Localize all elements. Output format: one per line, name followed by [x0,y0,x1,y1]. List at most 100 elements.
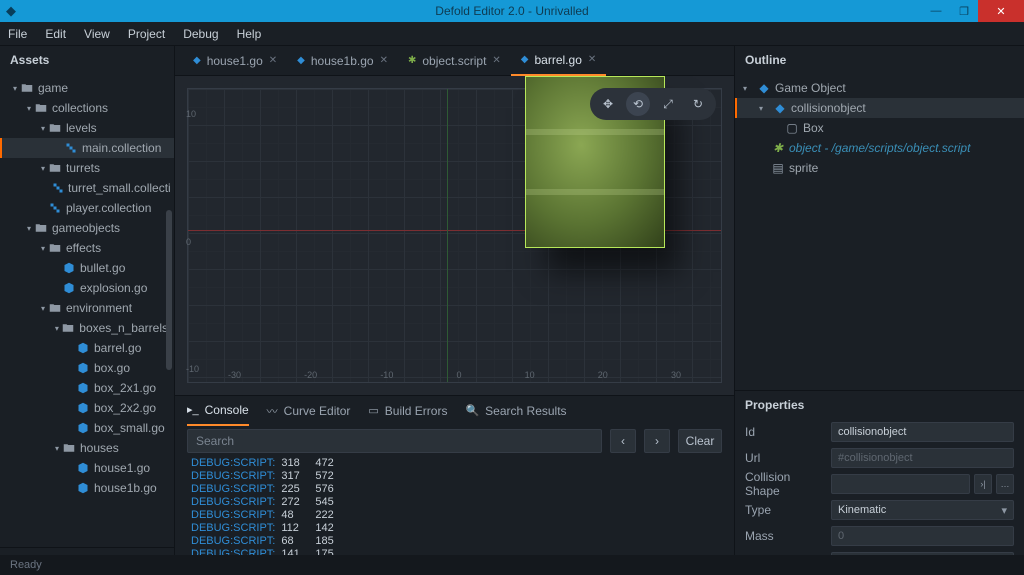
go-icon [62,282,76,294]
console-search-input[interactable]: Search [187,429,602,453]
rotate-tool-icon[interactable]: ⟲ [626,92,650,116]
go-icon [76,422,90,434]
scale-tool-icon[interactable]: ⤢ [656,92,680,116]
maximize-button[interactable]: ❐ [950,0,978,22]
viewport-tools: ✥ ⟲ ⤢ ↻ [590,88,716,120]
tree-item-effects[interactable]: ▾effects [0,238,174,258]
tree-item-levels[interactable]: ▾levels [0,118,174,138]
tree-item-player-collection[interactable]: player.collection [0,198,174,218]
tab-house1-go[interactable]: ◆house1.go✕ [183,46,287,76]
tree-item-box-2x2-go[interactable]: box_2x2.go [0,398,174,418]
outline-item-sprite[interactable]: ▤sprite [735,158,1024,178]
tree-item-gameobjects[interactable]: ▾gameobjects [0,218,174,238]
folder-icon [34,222,48,234]
tree-item-bullet-go[interactable]: bullet.go [0,258,174,278]
prop-mass: Mass 0 [735,523,1024,549]
tab-house1b-go[interactable]: ◆house1b.go✕ [287,46,398,76]
search-next-button[interactable]: › [644,429,670,453]
folder-icon [48,122,62,134]
folder-icon [48,242,62,254]
clear-button[interactable]: Clear [678,429,722,453]
shape-browse-icon[interactable]: … [996,474,1014,494]
status-text: Ready [10,559,42,571]
outline-header: Outline [735,46,1024,74]
refresh-tool-icon[interactable]: ↻ [686,92,710,116]
folder-icon [48,162,62,174]
mass-field[interactable]: 0 [831,526,1014,546]
console-toolbar: Search ‹ › Clear [175,425,734,457]
tree-item-boxes-n-barrels[interactable]: ▾boxes_n_barrels [0,318,174,338]
outline-item-Game[interactable]: ▾◆Game Object [735,78,1024,98]
tree-item-main-collection[interactable]: main.collection [0,138,174,158]
properties-header: Properties [735,391,1024,419]
menu-debug[interactable]: Debug [183,27,218,41]
tree-item-turret-small-collecti[interactable]: turret_small.collecti [0,178,174,198]
minimize-button[interactable]: — [922,0,950,22]
close-button[interactable]: ✕ [978,0,1024,22]
tab-curve-editor[interactable]: 〰Curve Editor [267,396,351,426]
close-tab-icon[interactable]: ✕ [380,55,388,66]
center-area: ◆house1.go✕◆house1b.go✕✱object.script✕◆b… [175,46,734,575]
outline-tree[interactable]: ▾◆Game Object▾◆collisionobject▢Box✱objec… [735,74,1024,390]
console-line: DEBUG:SCRIPT:272545 [191,496,718,509]
menu-help[interactable]: Help [237,27,262,41]
console-line: DEBUG:SCRIPT:317572 [191,470,718,483]
close-tab-icon[interactable]: ✕ [492,55,500,66]
shape-field[interactable] [831,474,970,494]
tab-console[interactable]: ▸_Console [187,396,249,426]
menu-file[interactable]: File [8,27,27,41]
go-icon [76,382,90,394]
tree-item-turrets[interactable]: ▾turrets [0,158,174,178]
menu-edit[interactable]: Edit [45,27,66,41]
go-icon [76,402,90,414]
tree-item-box-go[interactable]: box.go [0,358,174,378]
go-icon [76,462,90,474]
tree-item-box-small-go[interactable]: box_small.go [0,418,174,438]
tree-item-house1b-go[interactable]: house1b.go [0,478,174,498]
outline-item-collisionobject[interactable]: ▾◆collisionobject [735,98,1024,118]
outline-item-Box[interactable]: ▢Box [735,118,1024,138]
tree-item-collections[interactable]: ▾collections [0,98,174,118]
scrollbar[interactable] [166,210,172,370]
tab-build-errors[interactable]: ▭Build Errors [368,396,447,426]
tab-object-script[interactable]: ✱object.script✕ [398,46,511,76]
close-tab-icon[interactable]: ✕ [269,55,277,66]
tree-item-box-2x1-go[interactable]: box_2x1.go [0,378,174,398]
y-axis [447,89,448,382]
tree-item-house1-go[interactable]: house1.go [0,458,174,478]
folder-icon [62,442,76,454]
tree-item-houses[interactable]: ▾houses [0,438,174,458]
go-icon [62,262,76,274]
move-tool-icon[interactable]: ✥ [596,92,620,116]
tree-item-environment[interactable]: ▾environment [0,298,174,318]
shape-reset-icon[interactable]: ›| [974,474,992,494]
search-prev-button[interactable]: ‹ [610,429,636,453]
menu-view[interactable]: View [84,27,110,41]
console-line: DEBUG:SCRIPT:112142 [191,522,718,535]
type-select[interactable]: Kinematic [831,500,1014,520]
outline-item-object[interactable]: ✱object - /game/scripts/object.script [735,138,1024,158]
asset-tree[interactable]: ▾game▾collections▾levelsmain.collection▾… [0,74,174,547]
menu-project[interactable]: Project [128,27,165,41]
scene-viewport[interactable]: 10 0 -10 -30 -20 -10 0 10 20 30 ✥ ⟲ ⤢ [175,76,734,395]
id-field[interactable]: collisionobject [831,422,1014,442]
close-tab-icon[interactable]: ✕ [588,54,596,65]
go-icon: ◆ [297,55,305,66]
coll-icon [64,142,78,154]
tree-item-explosion-go[interactable]: explosion.go [0,278,174,298]
curve-icon: 〰 [267,403,278,419]
console-line: DEBUG:SCRIPT:318472 [191,457,718,470]
folder-icon [62,322,76,334]
tab-barrel-go[interactable]: ◆barrel.go✕ [511,46,606,76]
url-field[interactable]: #collisionobject [831,448,1014,468]
tree-item-barrel-go[interactable]: barrel.go [0,338,174,358]
go-icon: ◆ [521,54,529,65]
script-icon: ✱ [408,55,416,66]
window-controls: — ❐ ✕ [922,0,1024,22]
coll-icon [48,202,62,214]
console-line: DEBUG:SCRIPT:68185 [191,535,718,548]
tree-item-game[interactable]: ▾game [0,78,174,98]
prop-url: Url #collisionobject [735,445,1024,471]
tab-search-results[interactable]: 🔍Search Results [465,396,566,426]
ruler-vertical: 10 0 -10 [186,109,204,374]
